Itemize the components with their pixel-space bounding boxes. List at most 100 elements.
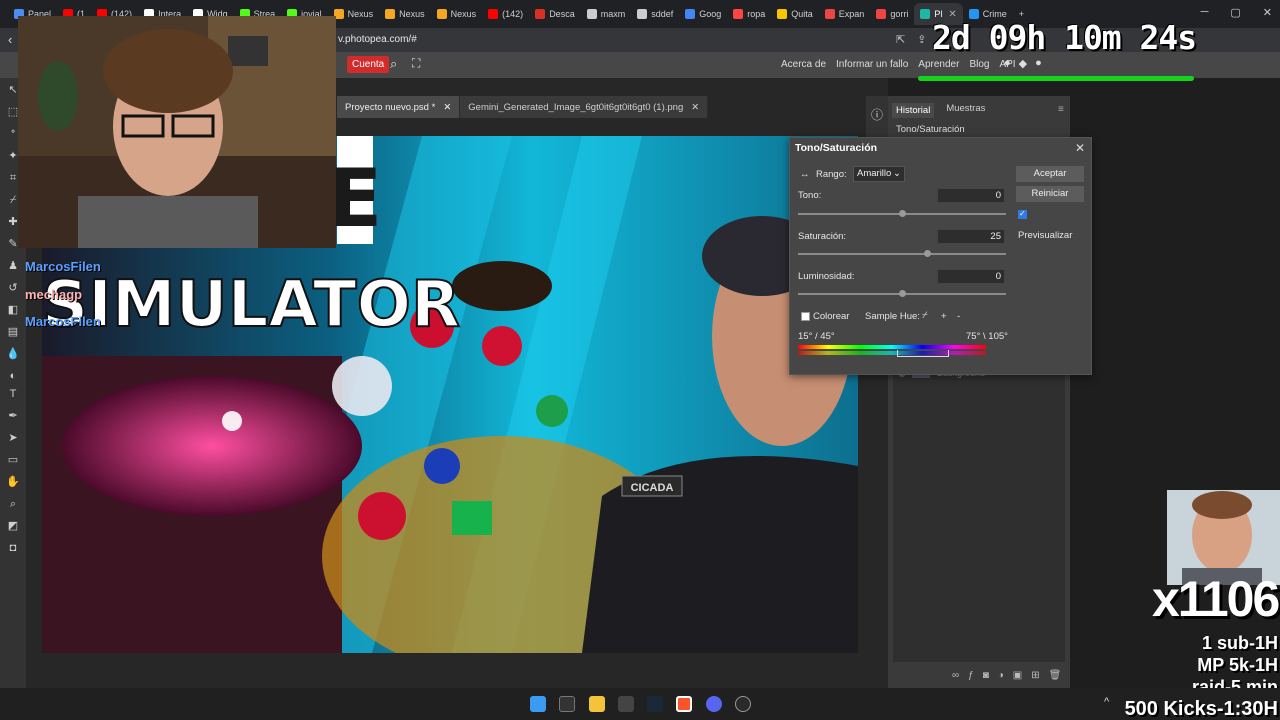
browser-tab[interactable]: Nexus xyxy=(379,3,431,25)
pen-tool-icon[interactable]: ✒ xyxy=(5,408,21,424)
reddit-icon[interactable]: ● xyxy=(1004,57,1011,70)
close-icon[interactable]: ✕ xyxy=(443,102,451,113)
browser-tab[interactable]: Goog xyxy=(679,3,727,25)
range-arrows-icon: ↔ xyxy=(800,169,810,180)
tab-label: ropa xyxy=(747,9,766,19)
preview-label: Previsualizar xyxy=(1018,230,1073,241)
history-brush-icon[interactable]: ↺ xyxy=(5,280,21,296)
browser-tab[interactable]: Expan xyxy=(819,3,871,25)
shape-tool-icon[interactable]: ▭ xyxy=(5,452,21,468)
windows-start-icon[interactable] xyxy=(530,696,546,712)
new-layer-icon[interactable]: ⊞ xyxy=(1031,670,1039,681)
delete-icon[interactable]: 🗑 xyxy=(1049,670,1062,681)
mask-icon[interactable]: ◙ xyxy=(983,670,989,681)
link-report-bug[interactable]: Informar un fallo xyxy=(836,59,908,70)
eyedropper-icon[interactable]: ⌿ xyxy=(922,310,928,321)
browser-tab[interactable]: (142) xyxy=(482,3,529,25)
close-icon[interactable]: ✕ xyxy=(1263,6,1272,19)
discord-icon[interactable] xyxy=(706,696,722,712)
stamp-tool-icon[interactable]: ♟ xyxy=(5,258,21,274)
eraser-tool-icon[interactable]: ◧ xyxy=(5,302,21,318)
link-about[interactable]: Acerca de xyxy=(781,59,826,70)
doc-tab-gemini[interactable]: Gemini_Generated_Image_6gt0it6gt0it6gt0 … xyxy=(460,96,709,118)
share-icon[interactable]: ⇪ xyxy=(917,33,926,46)
twitter-icon[interactable]: ◆ xyxy=(1019,57,1027,70)
path-select-icon[interactable]: ➤ xyxy=(5,430,21,446)
link-icon[interactable]: ∞ xyxy=(952,670,959,681)
add-sample-icon[interactable]: + xyxy=(941,311,947,322)
back-icon[interactable]: ‹ xyxy=(8,32,12,47)
browser-tab[interactable]: gorri xyxy=(870,3,914,25)
tab-swatches[interactable]: Muestras xyxy=(946,103,985,118)
browser-tab[interactable]: maxm xyxy=(581,3,632,25)
open-external-icon[interactable]: ⇱ xyxy=(896,33,905,46)
saturation-slider[interactable] xyxy=(798,250,1006,257)
range-select[interactable]: Amarillo ⌄ xyxy=(853,166,905,182)
gradient-tool-icon[interactable]: ▤ xyxy=(5,324,21,340)
tab-history[interactable]: Historial xyxy=(892,103,935,118)
hue-input[interactable]: 0 xyxy=(937,188,1005,203)
preview-checkbox[interactable] xyxy=(1018,209,1027,219)
lightness-slider-knob[interactable] xyxy=(899,290,906,297)
browser-tab[interactable]: sddef xyxy=(631,3,679,25)
close-icon[interactable]: ✕ xyxy=(1075,141,1085,155)
obs-icon[interactable] xyxy=(735,696,751,712)
type-tool-icon[interactable]: T xyxy=(5,386,21,402)
doc-tab-label: Gemini_Generated_Image_6gt0it6gt0it6gt0 … xyxy=(468,101,684,113)
hand-tool-icon[interactable]: ✋ xyxy=(5,474,21,490)
facebook-icon[interactable]: ● xyxy=(1035,57,1042,70)
lightness-input[interactable]: 0 xyxy=(937,269,1005,284)
accept-button[interactable]: Aceptar xyxy=(1016,166,1084,182)
url-field[interactable]: v.photopea.com/# xyxy=(338,34,417,45)
zoom-tool-icon[interactable]: ⌕ xyxy=(5,496,21,512)
blur-tool-icon[interactable]: 💧 xyxy=(5,346,21,362)
hue-spectrum-bottom xyxy=(798,351,986,355)
browser-tab[interactable]: Nexus xyxy=(431,3,483,25)
minimize-icon[interactable]: ─ xyxy=(1201,6,1209,19)
colorize-checkbox[interactable] xyxy=(801,312,810,321)
maximize-icon[interactable]: ▢ xyxy=(1230,6,1240,19)
steam-icon[interactable] xyxy=(647,696,663,712)
saturation-input[interactable]: 25 xyxy=(937,229,1005,244)
tab-favicon-icon xyxy=(777,9,788,19)
close-icon[interactable]: ✕ xyxy=(691,102,699,113)
hue-slider-knob[interactable] xyxy=(899,210,906,217)
goal-line: MP 5k-1H xyxy=(1197,655,1278,675)
terminal-icon[interactable] xyxy=(559,696,575,712)
folder-icon[interactable]: ▣ xyxy=(1013,670,1022,681)
doc-tab-project[interactable]: Proyecto nuevo.psd * ✕ xyxy=(337,96,461,118)
browser-tab[interactable]: Desca xyxy=(529,3,581,25)
saturation-slider-knob[interactable] xyxy=(924,250,931,257)
panel-tabs: Historial Muestras xyxy=(892,103,985,118)
brave-browser-icon[interactable] xyxy=(676,696,692,712)
epic-games-icon[interactable] xyxy=(618,696,634,712)
emerald-gem xyxy=(536,395,568,427)
lightness-slider[interactable] xyxy=(798,290,1006,297)
subtract-sample-icon[interactable]: - xyxy=(957,311,960,322)
webcam-image xyxy=(18,16,336,248)
hue-slider[interactable] xyxy=(798,210,1006,217)
link-learn[interactable]: Aprender xyxy=(918,59,959,70)
chevron-up-icon[interactable]: ^ xyxy=(1104,696,1109,708)
browser-tab[interactable]: ropa xyxy=(727,3,771,25)
chat-message: MarcosFilen xyxy=(25,259,101,274)
folder-icon[interactable] xyxy=(589,696,605,712)
link-blog[interactable]: Blog xyxy=(969,59,989,70)
quick-mask-icon[interactable]: ◘ xyxy=(5,540,21,556)
dodge-tool-icon[interactable]: ◐ xyxy=(5,368,21,384)
search-icon[interactable]: ⌕ xyxy=(390,56,397,72)
account-button[interactable]: Cuenta xyxy=(347,56,390,73)
history-entry[interactable]: Tono/Saturación xyxy=(896,124,965,135)
hue-range-selector[interactable] xyxy=(897,350,949,357)
ruby-gem xyxy=(482,326,522,366)
emerald-gem xyxy=(452,501,492,535)
ruby-gem xyxy=(358,492,406,540)
fullscreen-icon[interactable]: ⛶ xyxy=(412,56,420,71)
color-swatches-icon[interactable]: ◩ xyxy=(5,518,21,534)
panel-menu-icon[interactable]: ≡ xyxy=(1058,104,1064,115)
browser-tab[interactable]: Quita xyxy=(771,3,819,25)
info-icon[interactable]: ⓘ xyxy=(871,106,883,123)
fx-icon[interactable]: ƒ xyxy=(968,670,974,681)
adjustment-icon[interactable]: ◑ xyxy=(998,670,1004,681)
reset-button[interactable]: Reiniciar xyxy=(1016,186,1084,202)
